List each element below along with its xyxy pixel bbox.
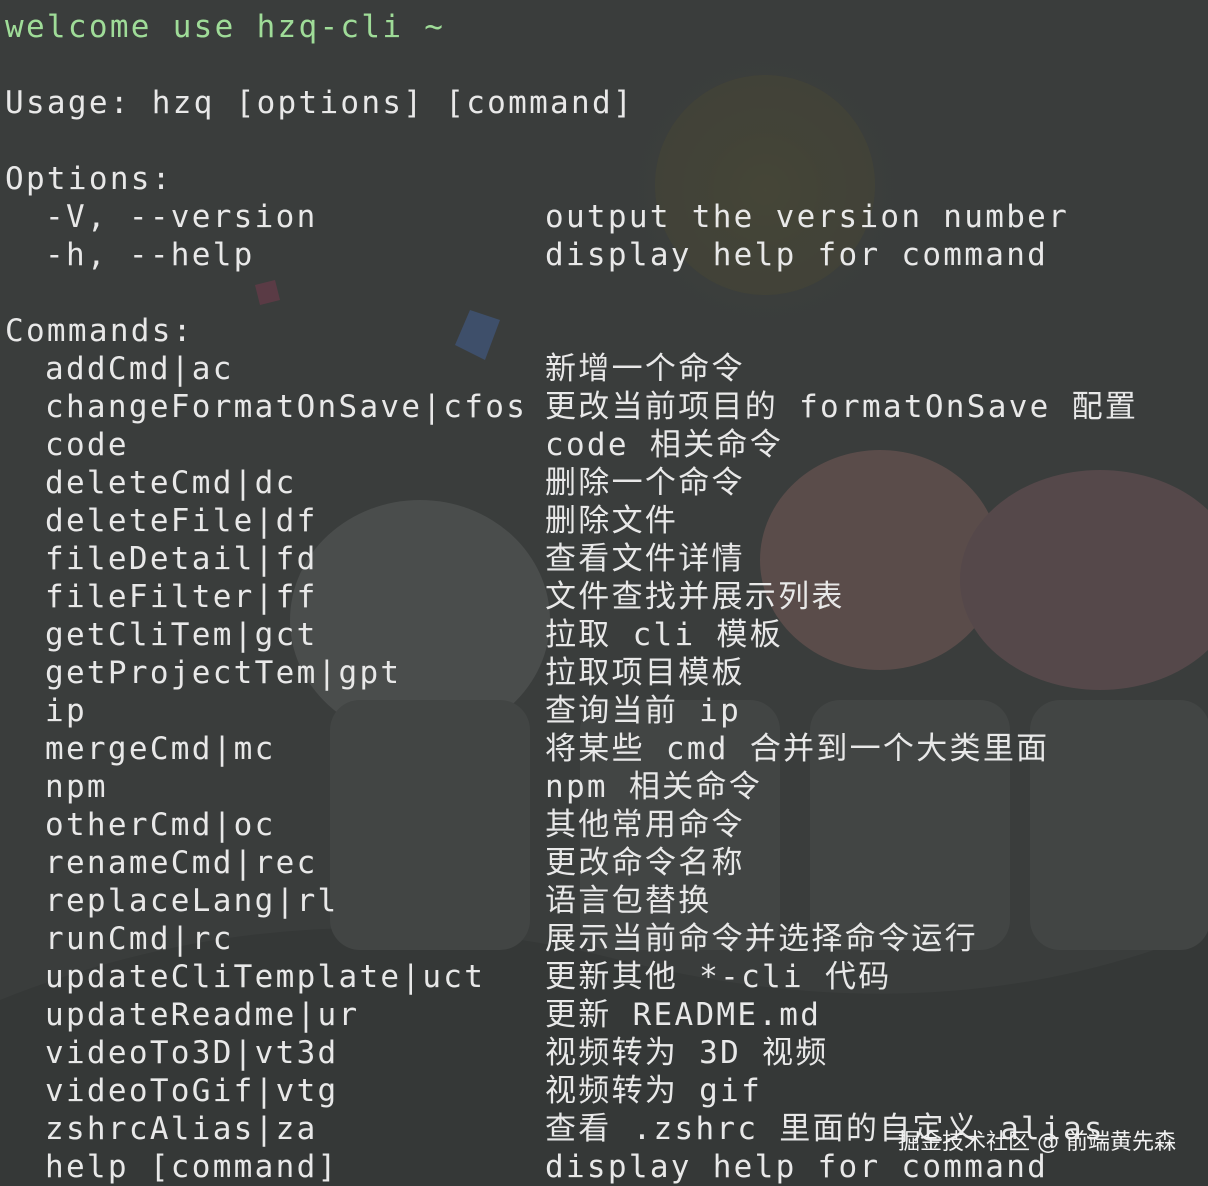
command-name: renameCmd|rec [45,845,318,881]
command-name: mergeCmd|mc [45,731,276,767]
command-description: code 相关命令 [545,427,784,463]
command-description: 删除文件 [545,503,679,539]
welcome-message: welcome use hzq-cli ~ [5,9,446,45]
command-name: fileFilter|ff [45,579,318,615]
command-description: 视频转为 3D 视频 [545,1035,829,1071]
command-name: ip [45,693,87,729]
command-description: 更新 README.md [545,997,822,1033]
command-name: runCmd|rc [45,921,234,957]
command-name: zshrcAlias|za [45,1111,318,1147]
command-description: 展示当前命令并选择命令运行 [545,921,978,957]
command-description: 文件查找并展示列表 [545,579,845,615]
command-description: 更改当前项目的 formatOnSave 配置 [545,389,1139,425]
command-description: 其他常用命令 [545,807,745,843]
command-name: code [45,427,129,463]
command-description: 语言包替换 [545,883,712,919]
command-name: npm [45,769,108,805]
command-name: deleteCmd|dc [45,465,297,501]
usage-line: Usage: hzq [options] [command] [5,85,634,121]
command-name: addCmd|ac [45,351,234,387]
command-description: 将某些 cmd 合并到一个大类里面 [545,731,1050,767]
command-name: getProjectTem|gpt [45,655,402,691]
command-name: otherCmd|oc [45,807,276,843]
option-flag: -V, --version [45,199,318,235]
command-description: 查询当前 ip [545,693,742,729]
command-name: videoTo3D|vt3d [45,1035,339,1071]
option-flag: -h, --help [45,237,255,273]
command-description: 更新其他 *-cli 代码 [545,959,892,995]
command-name: fileDetail|fd [45,541,318,577]
command-name: deleteFile|df [45,503,318,539]
option-description: display help for command [545,237,1049,273]
command-name: updateReadme|ur [45,997,360,1033]
command-name: help [command] [45,1149,339,1185]
watermark: 掘金技术社区 @ 前端黄先森 [898,1130,1176,1155]
command-description: 删除一个命令 [545,465,745,501]
command-name: changeFormatOnSave|cfos [45,389,528,425]
command-name: getCliTem|gct [45,617,318,653]
command-description: 更改命令名称 [545,845,745,881]
command-name: videoToGif|vtg [45,1073,339,1109]
option-description: output the version number [545,199,1070,235]
command-name: replaceLang|rl [45,883,339,919]
command-name: updateCliTemplate|uct [45,959,486,995]
command-description: 视频转为 gif [545,1073,763,1109]
command-description: npm 相关命令 [545,769,763,805]
command-description: 拉取 cli 模板 [545,617,784,653]
command-description: 拉取项目模板 [545,655,745,691]
command-description: 查看文件详情 [545,541,745,577]
options-header: Options: [5,161,173,197]
command-description: 新增一个命令 [545,351,745,387]
commands-header: Commands: [5,313,194,349]
terminal-output: welcome use hzq-cli ~ Usage: hzq [option… [0,0,1208,1186]
